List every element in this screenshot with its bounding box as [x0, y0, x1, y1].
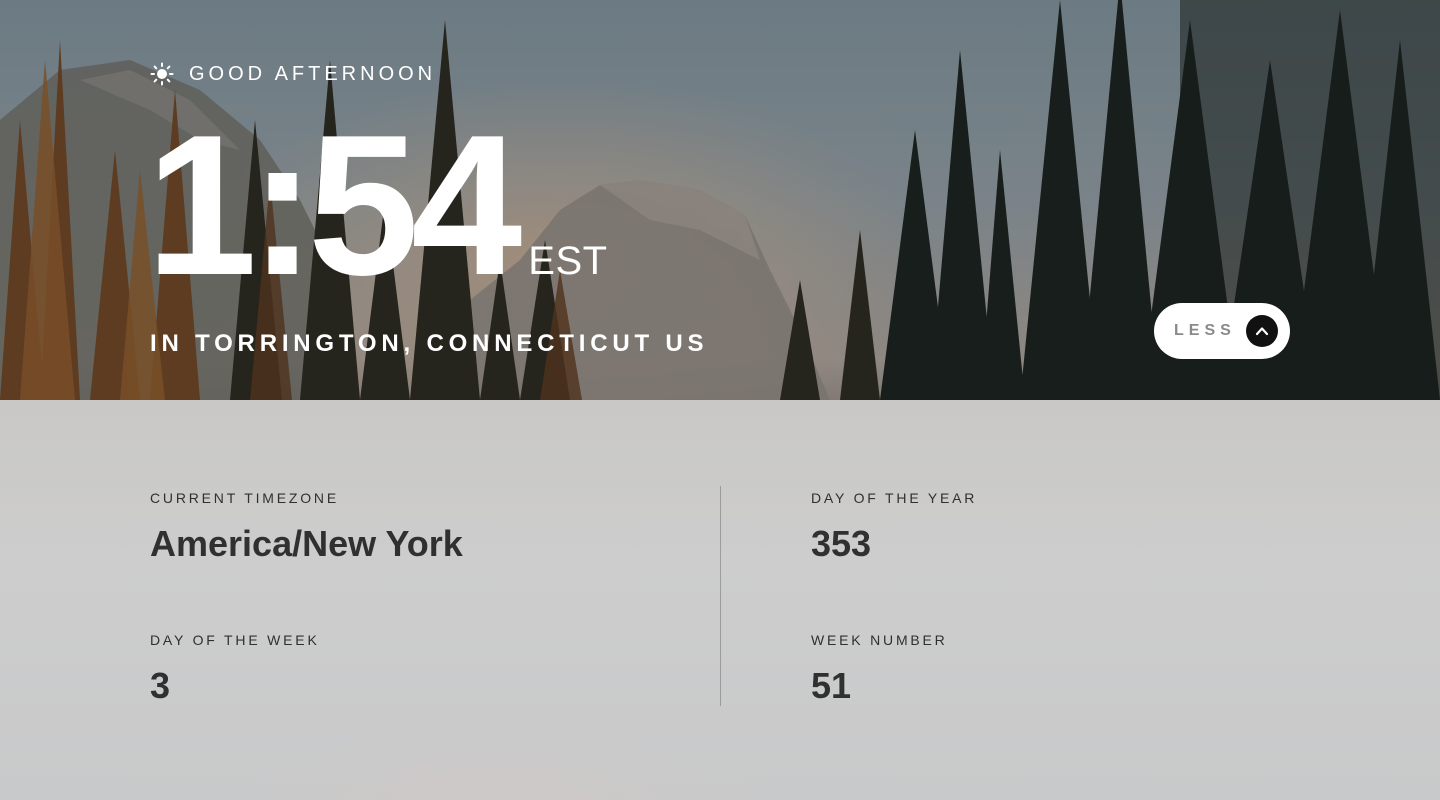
location-text: In Torrington, Connecticut US — [150, 330, 709, 357]
less-button-label: Less — [1174, 322, 1236, 339]
hero-section: Good afternoon 1:54 EST In Torrington, C… — [0, 0, 1440, 400]
clock-time: 1:54 — [146, 94, 522, 317]
greeting: Good afternoon — [150, 62, 436, 86]
week-number-value: 51 — [811, 665, 852, 706]
day-of-week-stat: Day of the week 3 — [150, 626, 320, 708]
sun-icon — [150, 62, 174, 86]
details-panel: Current timezone America/New York Day of… — [0, 400, 1440, 800]
greeting-text: Good afternoon — [189, 62, 437, 85]
current-timezone-value: America/New York — [150, 523, 463, 564]
week-number-stat: Week number 51 — [811, 626, 948, 708]
day-of-week-value: 3 — [150, 665, 171, 706]
timezone-abbreviation: EST — [528, 239, 608, 283]
chevron-up-icon — [1246, 315, 1278, 347]
day-of-year-stat: Day of the year 353 — [811, 484, 977, 566]
less-button[interactable]: Less — [1154, 303, 1290, 359]
day-of-week-label: Day of the week — [150, 632, 320, 648]
current-timezone-label: Current timezone — [150, 490, 339, 506]
column-divider — [720, 486, 721, 706]
day-of-year-label: Day of the year — [811, 490, 978, 506]
week-number-label: Week number — [811, 632, 948, 648]
clock: 1:54 EST — [146, 96, 608, 316]
current-timezone-stat: Current timezone America/New York — [150, 484, 463, 566]
day-of-year-value: 353 — [811, 523, 872, 564]
